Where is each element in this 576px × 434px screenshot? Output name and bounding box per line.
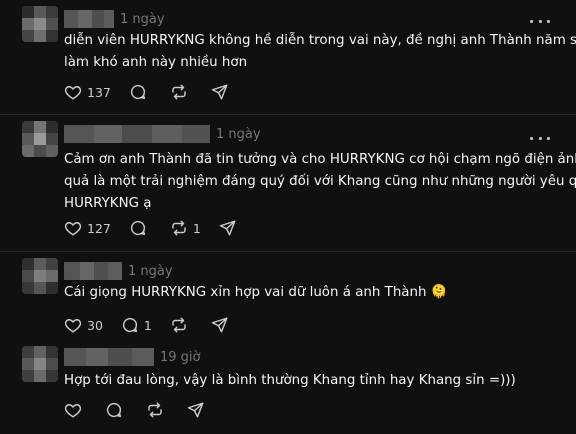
more-icon (530, 136, 533, 140)
share-button[interactable] (211, 316, 229, 334)
timestamp: 1 ngày (216, 127, 261, 142)
comment-icon (106, 402, 122, 418)
share-button[interactable] (211, 83, 229, 101)
repost-icon (148, 402, 162, 418)
repost-button[interactable] (170, 83, 193, 101)
repost-button[interactable] (170, 316, 193, 334)
username-redacted[interactable] (64, 125, 210, 143)
heart-icon (64, 404, 82, 418)
comment-text: Cái giọng HURRYKNG xỉn hợp vai dữ luôn á… (64, 282, 554, 304)
send-icon (211, 84, 228, 100)
like-button[interactable]: 30 (64, 316, 103, 334)
comment-text: Cảm ơn anh Thành đã tin tưởng và cho HUR… (64, 149, 576, 215)
heart-icon (64, 86, 82, 100)
heart-icon (64, 222, 82, 236)
more-button[interactable] (530, 131, 550, 145)
like-count: 30 (87, 317, 103, 333)
comment-text-line: Cảm ơn anh Thành đã tin tưởng và cho HUR… (64, 152, 576, 167)
repost-icon (172, 84, 186, 100)
timestamp: 1 ngày (128, 264, 173, 279)
timestamp: 19 giờ (160, 350, 201, 365)
comment-text: diễn viên HURRYKNG không hề diễn trong v… (64, 30, 576, 74)
action-bar (64, 400, 223, 420)
username-redacted[interactable] (64, 262, 122, 280)
like-button[interactable]: 127 (64, 219, 111, 237)
action-bar: 30 1 (64, 315, 247, 335)
comment-icon (122, 317, 137, 333)
send-icon (187, 402, 204, 418)
action-bar: 137 (64, 82, 247, 102)
like-count: 137 (87, 84, 111, 100)
comment-text-line: làm khó anh này nhiều hơn (64, 55, 248, 70)
comment-post: 19 giờ Hợp tới đau lòng, vậy là bình thư… (0, 342, 576, 434)
repost-button[interactable]: 1 (170, 219, 201, 237)
like-button[interactable]: 137 (64, 83, 111, 101)
more-button[interactable] (530, 14, 550, 28)
timestamp: 1 ngày (120, 12, 165, 27)
comment-icon (130, 84, 145, 100)
comment-feed: 1 ngày diễn viên HURRYKNG không hề diễn … (0, 0, 576, 434)
like-count: 127 (87, 220, 111, 236)
repost-button[interactable] (146, 401, 169, 419)
reply-button[interactable]: 1 (121, 316, 152, 334)
heart-icon (64, 319, 82, 333)
share-button[interactable] (219, 219, 237, 237)
reply-button[interactable] (129, 219, 152, 237)
share-button[interactable] (187, 401, 205, 419)
like-button[interactable] (64, 401, 87, 419)
reply-button[interactable] (105, 401, 128, 419)
repost-count: 1 (192, 220, 201, 236)
comment-post: 1 ngày diễn viên HURRYKNG không hề diễn … (0, 0, 576, 114)
avatar[interactable] (22, 346, 58, 382)
comment-text-line: HURRYKNG ạ (64, 196, 152, 211)
comment-text-line: diễn viên HURRYKNG không hề diễn trong v… (64, 33, 576, 48)
reply-button[interactable] (129, 83, 152, 101)
comment-text-line: Hợp tới đau lòng, vậy là bình thường Kha… (64, 373, 516, 388)
comment-text-line: Cái giọng HURRYKNG xỉn hợp vai dữ luôn á… (64, 285, 448, 300)
comment-icon (130, 220, 145, 236)
repost-icon (172, 317, 186, 333)
reply-count: 1 (143, 317, 152, 333)
comment-text: Hợp tới đau lòng, vậy là bình thường Kha… (64, 370, 554, 392)
more-icon (530, 19, 533, 23)
username-redacted[interactable] (64, 10, 114, 28)
comment-text-line: quả là một trải nghiệm đáng quý đối với … (64, 174, 576, 189)
send-icon (219, 220, 236, 236)
avatar[interactable] (22, 258, 58, 294)
repost-icon (172, 220, 186, 236)
comment-post: 1 ngày Cảm ơn anh Thành đã tin tưởng và … (0, 115, 576, 251)
send-icon (211, 317, 228, 333)
action-bar: 127 1 (64, 218, 255, 238)
comment-post: 1 ngày Cái giọng HURRYKNG xỉn hợp vai dữ… (0, 252, 576, 342)
username-redacted[interactable] (64, 348, 154, 366)
avatar[interactable] (22, 121, 58, 157)
avatar[interactable] (22, 6, 58, 42)
